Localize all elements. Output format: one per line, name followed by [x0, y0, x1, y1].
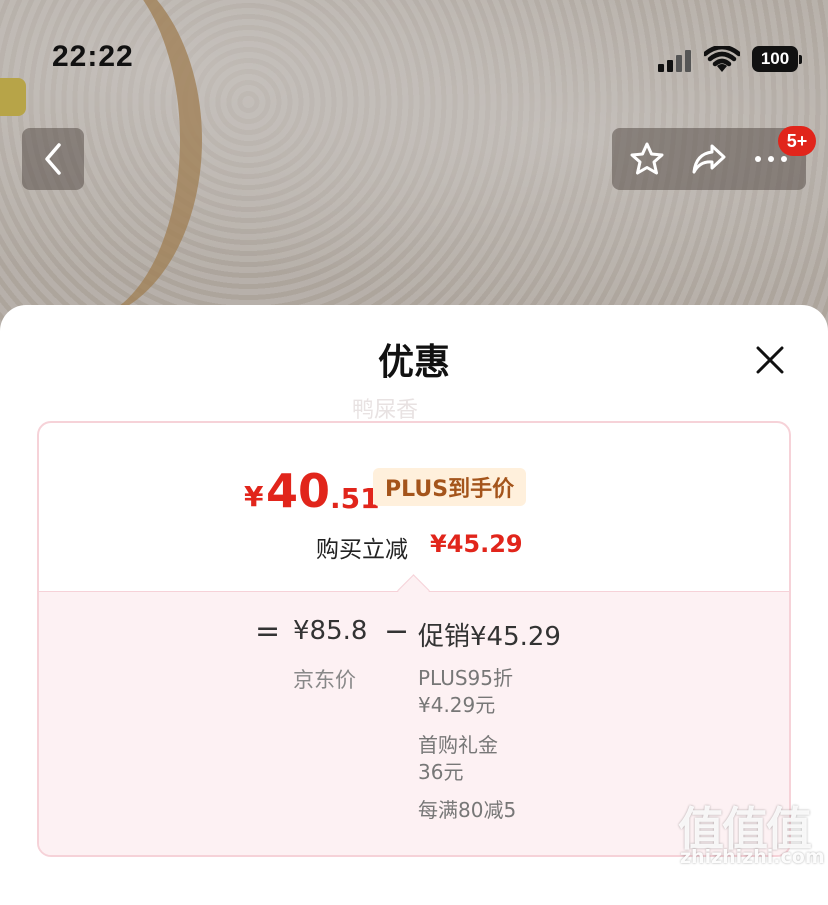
notification-badge: 5+	[778, 126, 816, 156]
favorite-button[interactable]	[616, 128, 678, 190]
price-breakdown-panel	[39, 591, 789, 855]
battery-indicator: 100	[752, 46, 802, 72]
close-button[interactable]	[752, 342, 788, 378]
jd-price: ¥85.8	[293, 616, 368, 646]
promo-total: 促销¥45.29	[418, 622, 561, 652]
price-integer: 40	[266, 464, 331, 518]
back-button[interactable]	[22, 128, 84, 190]
star-icon	[630, 142, 664, 175]
promo-detail-name: 首购礼金	[418, 733, 498, 757]
more-icon	[755, 156, 787, 162]
promo-detail-name: PLUS95折	[418, 666, 513, 690]
reduce-value: ¥45.29	[430, 530, 523, 558]
share-icon	[692, 144, 726, 174]
promo-detail-name: 每满80减5	[418, 798, 517, 822]
equals-sign: =	[255, 614, 281, 649]
status-time: 22:22	[52, 40, 134, 73]
overlay-watermark: 鸭屎香	[352, 398, 419, 423]
minus-sign: −	[384, 614, 410, 649]
chevron-left-icon	[45, 143, 61, 175]
promo-detail-amount: ¥4.29元	[418, 693, 496, 717]
nav-action-group	[612, 128, 806, 190]
sheet-title: 优惠	[377, 342, 450, 383]
watermark-site: zhizhizhi.com	[680, 846, 825, 868]
plus-price-tag: PLUS到手价	[373, 468, 527, 506]
price-currency: ¥	[244, 480, 264, 513]
promo-detail-plus: PLUS95折 ¥4.29元	[418, 665, 513, 719]
wifi-icon	[704, 46, 740, 72]
close-icon	[756, 346, 784, 374]
promo-detail-gift: 首购礼金 36元	[418, 732, 498, 786]
share-button[interactable]	[678, 128, 740, 190]
promo-detail-amount: 36元	[418, 760, 464, 784]
reduce-label: 购买立减	[316, 537, 408, 563]
cellular-signal-icon	[658, 48, 694, 72]
promo-detail-threshold: 每满80减5	[418, 797, 516, 824]
steamer-tag	[0, 78, 26, 116]
jd-price-label: 京东价	[293, 668, 356, 692]
